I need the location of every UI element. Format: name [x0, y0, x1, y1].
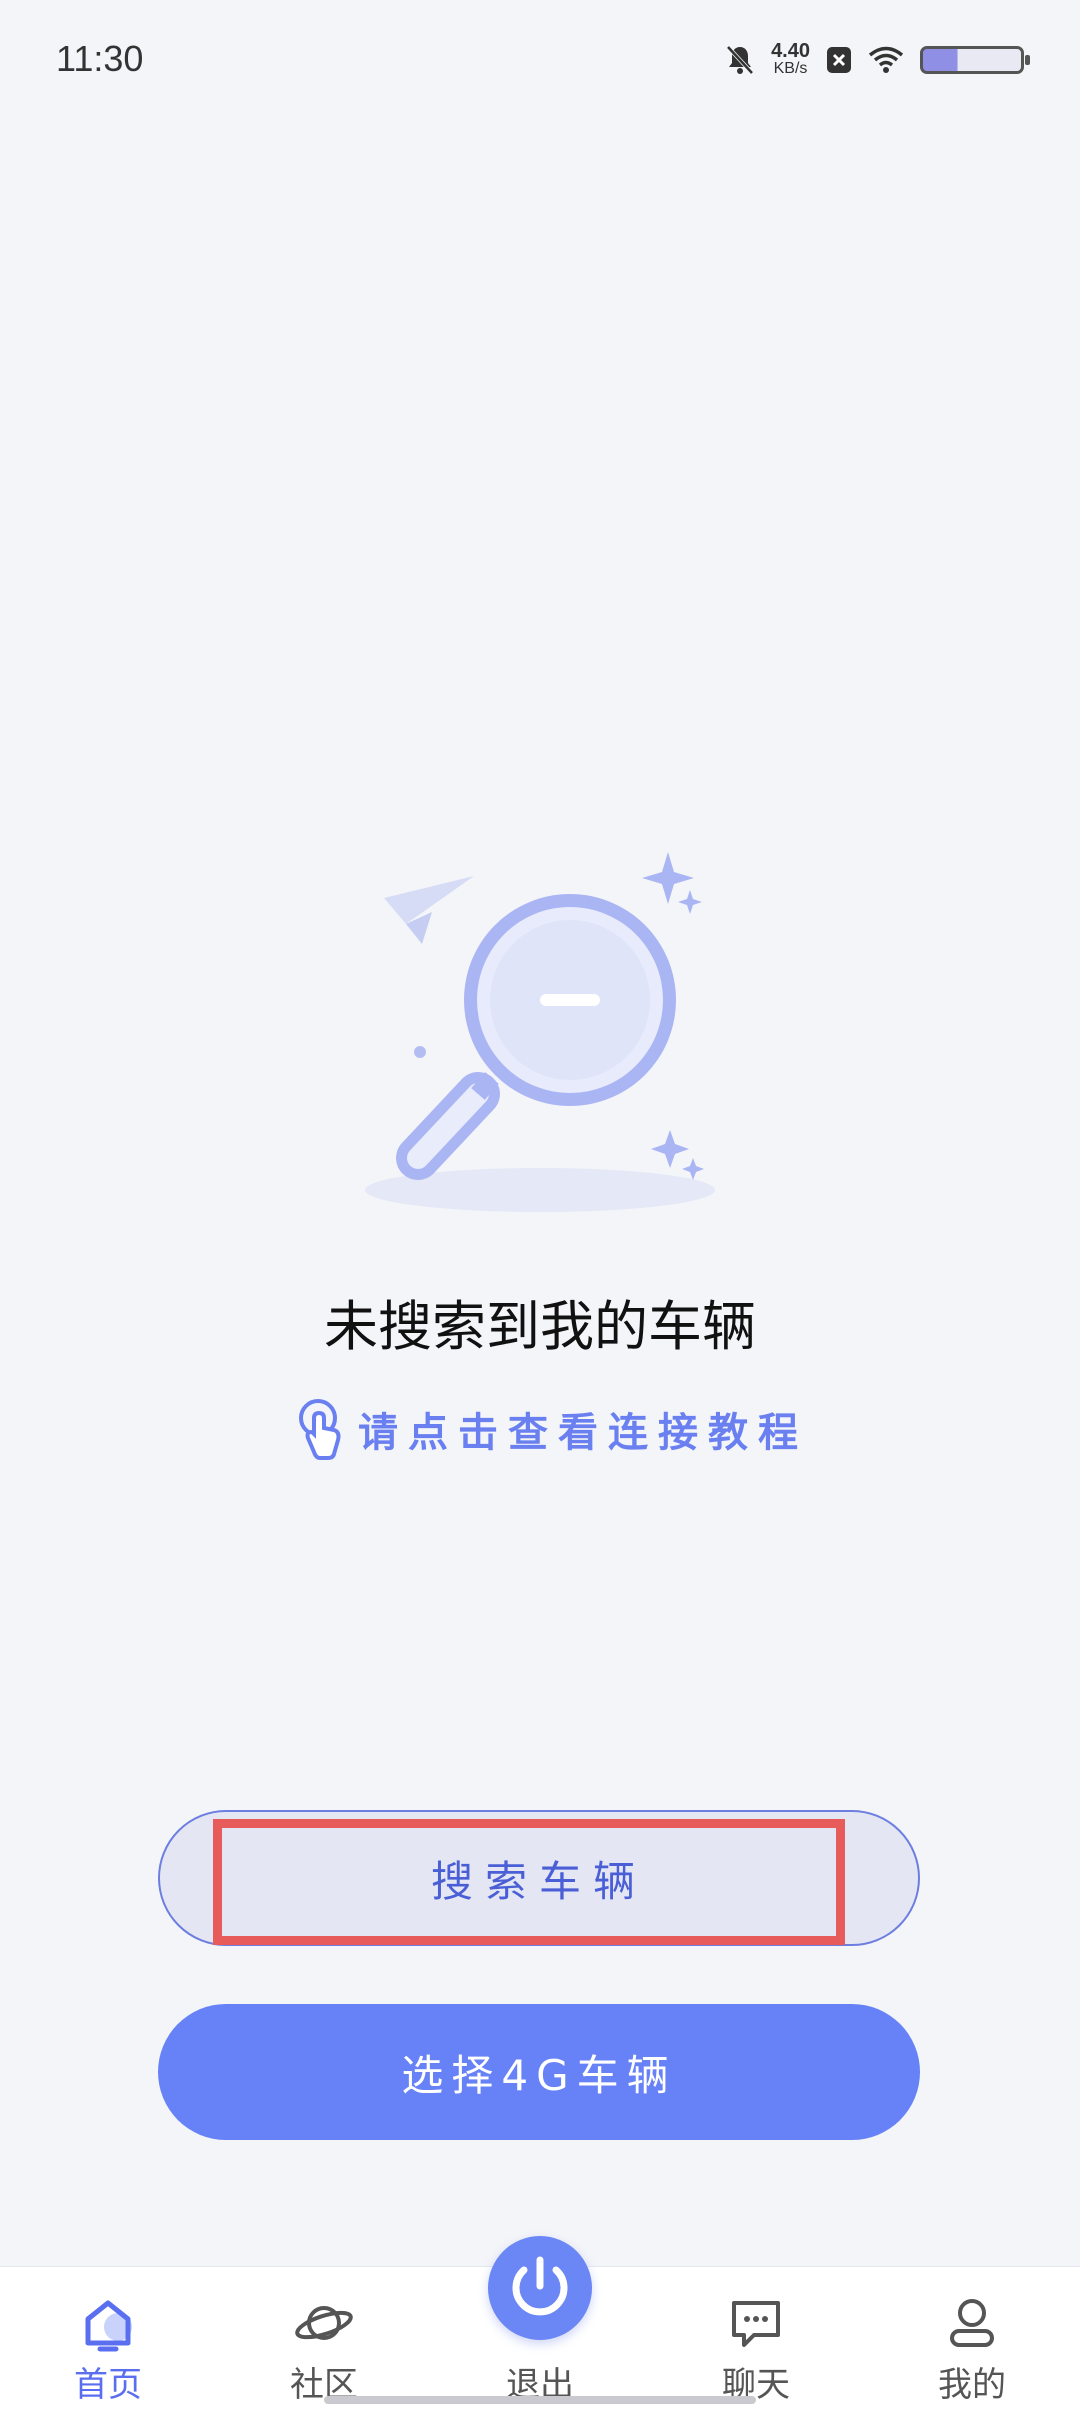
tutorial-link-label: 请点击查看连接教程 [358, 1410, 808, 1456]
status-time: 11:30 [56, 38, 144, 79]
tab-profile[interactable]: 我的 [892, 2267, 1052, 2409]
wifi-icon [868, 46, 904, 73]
no-sim-icon [827, 47, 851, 73]
tab-home[interactable]: 首页 [28, 2267, 188, 2409]
tab-community[interactable]: 社区 [244, 2267, 404, 2409]
tap-hand-icon [299, 1399, 341, 1460]
tab-profile-label: 我的 [938, 2365, 1006, 2405]
power-icon [512, 2256, 568, 2316]
chat-icon [732, 2301, 780, 2347]
network-speed: 4.40 KB/s [771, 40, 810, 78]
status-icons: 4.40 KB/s [725, 40, 1030, 78]
home-icon [85, 2300, 132, 2352]
power-button[interactable] [488, 2236, 592, 2340]
status-bar: 11:30 4.40 KB/s [0, 0, 1080, 128]
empty-state-title: 未搜索到我的车辆 [324, 1295, 756, 1358]
tab-home-label: 首页 [74, 2365, 142, 2405]
tutorial-link[interactable]: 请点击查看连接教程 [294, 1398, 808, 1460]
network-speed-unit: KB/s [773, 60, 808, 77]
network-speed-value: 4.40 [771, 40, 810, 62]
highlight-box [213, 1819, 845, 1945]
planet-icon [295, 2306, 353, 2340]
mute-bell-icon [726, 45, 754, 75]
battery-icon [920, 46, 1030, 74]
choose-4g-vehicle-button[interactable]: 选择4G车辆 [158, 2004, 920, 2140]
tab-chat[interactable]: 聊天 [676, 2267, 836, 2409]
home-indicator[interactable] [324, 2396, 756, 2404]
search-empty-illustration [365, 852, 715, 1212]
user-icon [950, 2299, 994, 2347]
